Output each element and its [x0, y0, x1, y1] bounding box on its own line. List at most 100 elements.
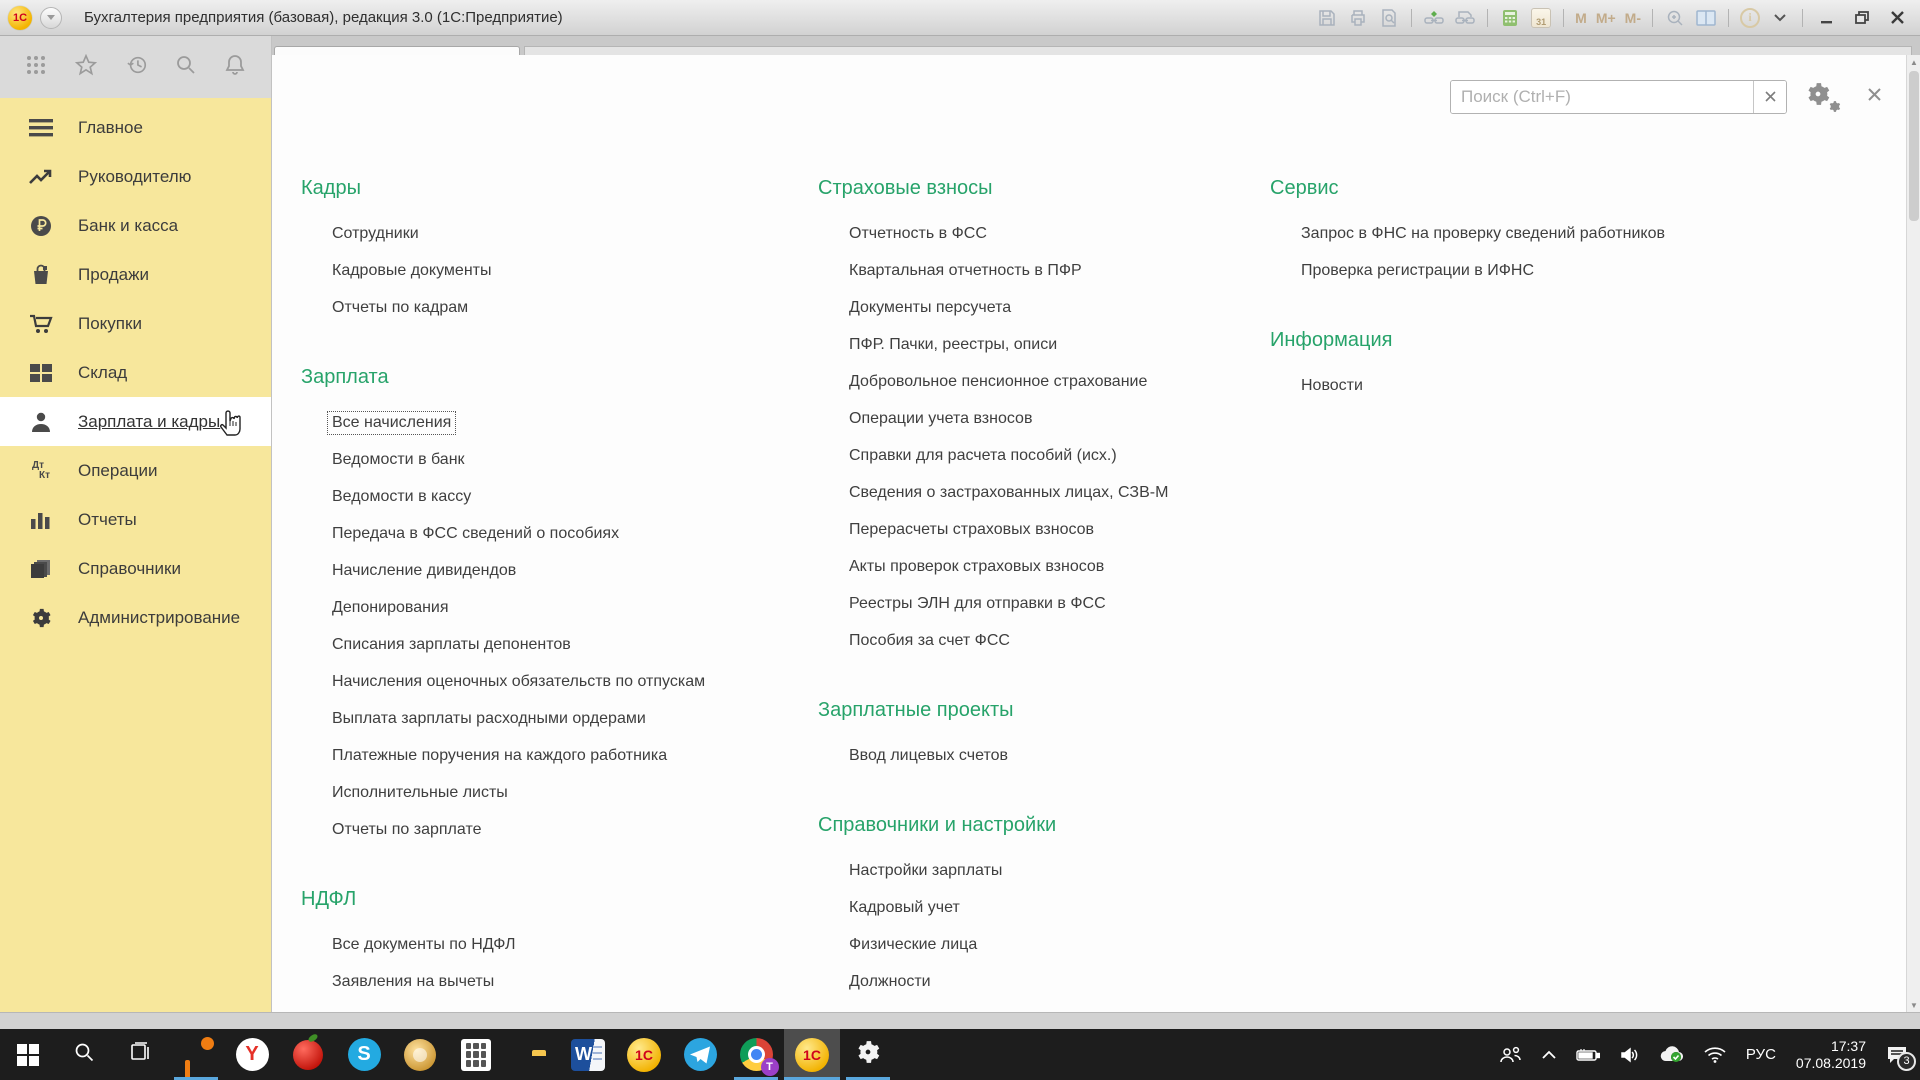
scroll-down-icon[interactable]: ▼ [1907, 998, 1920, 1012]
sidebar-item[interactable]: Покупки [0, 299, 271, 348]
notification-center-icon[interactable]: 3 [1886, 1045, 1908, 1065]
section-link[interactable]: Ведомости в кассу [332, 488, 471, 506]
section-link[interactable]: Пособия за счет ФСС [849, 632, 1010, 650]
sidebar-item[interactable]: Продажи [0, 250, 271, 299]
favorites-star-icon[interactable] [75, 54, 97, 81]
section-link[interactable]: Должности [849, 973, 931, 991]
section-link[interactable]: Заявления на вычеты [332, 973, 494, 991]
cloud-sync-icon[interactable] [1660, 1046, 1684, 1063]
section-link[interactable]: Новости [1301, 377, 1363, 395]
section-link[interactable]: Все начисления [328, 412, 455, 434]
scroll-up-icon[interactable]: ▲ [1907, 55, 1920, 69]
taskbar-search-button[interactable] [56, 1029, 112, 1080]
task-view-button[interactable] [112, 1029, 168, 1080]
volume-icon[interactable] [1620, 1047, 1640, 1063]
word-app[interactable]: W [560, 1029, 616, 1080]
section-link[interactable]: Начисление дивидендов [332, 562, 516, 580]
section-link[interactable]: Сведения о застрахованных лицах, СЗВ-М [849, 484, 1168, 502]
clock-app[interactable] [392, 1029, 448, 1080]
memory-m-minus-button[interactable]: M- [1625, 10, 1641, 26]
section-link[interactable]: Документы персучета [849, 299, 1011, 317]
chrome-app[interactable]: T [728, 1029, 784, 1080]
section-link[interactable]: Ведомости в банк [332, 451, 465, 469]
sidebar-item[interactable]: ДтКтОперации [0, 446, 271, 495]
close-window-button[interactable] [1884, 7, 1910, 29]
section-link[interactable]: Квартальная отчетность в ПФР [849, 262, 1082, 280]
section-link[interactable]: Настройки зарплаты [849, 862, 1002, 880]
section-link[interactable]: Исполнительные листы [332, 784, 508, 802]
section-link[interactable]: Операции учета взносов [849, 410, 1032, 428]
memory-m-button[interactable]: M [1575, 10, 1587, 26]
1c-app[interactable]: 1С [616, 1029, 672, 1080]
people-icon[interactable] [1500, 1046, 1522, 1064]
sidebar-item[interactable]: Главное [0, 103, 271, 152]
sidebar-item[interactable]: Зарплата и кадры [0, 397, 271, 446]
section-link[interactable]: Кадровый учет [849, 899, 960, 917]
section-link[interactable]: Акты проверок страховых взносов [849, 558, 1104, 576]
apple-app[interactable] [280, 1029, 336, 1080]
language-indicator[interactable]: РУС [1746, 1046, 1776, 1063]
calendar-icon[interactable]: 31 [1530, 7, 1552, 29]
section-link[interactable]: Начисления оценочных обязательств по отп… [332, 673, 705, 691]
section-link[interactable]: Платежные поручения на каждого работника [332, 747, 667, 765]
section-link[interactable]: Перерасчеты страховых взносов [849, 521, 1094, 539]
yandex-browser-app[interactable]: Y [224, 1029, 280, 1080]
open-link-icon[interactable] [1454, 7, 1476, 29]
file-explorer-app[interactable] [504, 1029, 560, 1080]
battery-icon[interactable] [1576, 1048, 1600, 1062]
zoom-icon[interactable] [1664, 7, 1686, 29]
start-button[interactable] [0, 1029, 56, 1080]
memory-m-plus-button[interactable]: M+ [1596, 10, 1616, 26]
main-menu-dropdown[interactable] [40, 7, 62, 29]
chevron-down-icon[interactable] [1769, 7, 1791, 29]
sidebar-item[interactable]: Склад [0, 348, 271, 397]
section-link[interactable]: Кадровые документы [332, 262, 492, 280]
section-link[interactable]: Сотрудники [332, 225, 419, 243]
section-link[interactable]: Реестры ЭЛН для отправки в ФСС [849, 595, 1106, 613]
sidebar-item[interactable]: Справочники [0, 544, 271, 593]
section-link[interactable]: Отчеты по кадрам [332, 299, 468, 317]
1c-app-2[interactable]: 1С [784, 1029, 840, 1080]
sidebar-item[interactable]: Банк и касса [0, 201, 271, 250]
section-link[interactable]: Отчетность в ФСС [849, 225, 987, 243]
sidebar-item[interactable]: Руководителю [0, 152, 271, 201]
scrollbar-thumb[interactable] [1909, 71, 1919, 221]
add-link-icon[interactable] [1423, 7, 1445, 29]
global-search-icon[interactable] [176, 55, 196, 80]
split-window-icon[interactable] [1695, 7, 1717, 29]
print-icon[interactable] [1347, 7, 1369, 29]
notifications-bell-icon[interactable] [225, 54, 245, 81]
tray-expand-chevron-icon[interactable] [1542, 1050, 1556, 1059]
horizontal-scrollbar[interactable] [0, 1012, 1920, 1029]
section-link[interactable]: Добровольное пенсионное страхование [849, 373, 1147, 391]
section-link[interactable]: Отчеты по зарплате [332, 821, 481, 839]
print-preview-icon[interactable] [1378, 7, 1400, 29]
apps-grid-icon[interactable] [26, 55, 46, 80]
section-link[interactable]: ПФР. Пачки, реестры, описи [849, 336, 1057, 354]
section-link[interactable]: Физические лица [849, 936, 977, 954]
section-link[interactable]: Ввод лицевых счетов [849, 747, 1008, 765]
settings-app[interactable] [840, 1029, 896, 1080]
history-icon[interactable] [126, 54, 148, 81]
wifi-icon[interactable] [1704, 1047, 1726, 1063]
section-link[interactable]: Списания зарплаты депонентов [332, 636, 571, 654]
sidebar-item[interactable]: Отчеты [0, 495, 271, 544]
section-link[interactable]: Запрос в ФНС на проверку сведений работн… [1301, 225, 1665, 243]
section-link[interactable]: Выплата зарплаты расходными ордерами [332, 710, 646, 728]
info-icon[interactable]: i [1740, 8, 1760, 28]
skype-app[interactable]: S [336, 1029, 392, 1080]
taskbar-clock[interactable]: 17:37 07.08.2019 [1796, 1038, 1866, 1072]
calculator-app[interactable] [448, 1029, 504, 1080]
restore-button[interactable] [1849, 7, 1875, 29]
telegram-app[interactable] [672, 1029, 728, 1080]
section-link[interactable]: Справки для расчета пособий (исх.) [849, 447, 1117, 465]
presentation-app[interactable] [168, 1029, 224, 1080]
calculator-icon[interactable] [1499, 7, 1521, 29]
open-tab[interactable] [274, 46, 520, 55]
minimize-button[interactable] [1814, 7, 1840, 29]
section-link[interactable]: Передача в ФСС сведений о пособиях [332, 525, 619, 543]
section-link[interactable]: Проверка регистрации в ИФНС [1301, 262, 1534, 280]
section-link[interactable]: Все документы по НДФЛ [332, 936, 515, 954]
sidebar-item[interactable]: Администрирование [0, 593, 271, 642]
vertical-scrollbar[interactable]: ▲ ▼ [1906, 55, 1920, 1012]
